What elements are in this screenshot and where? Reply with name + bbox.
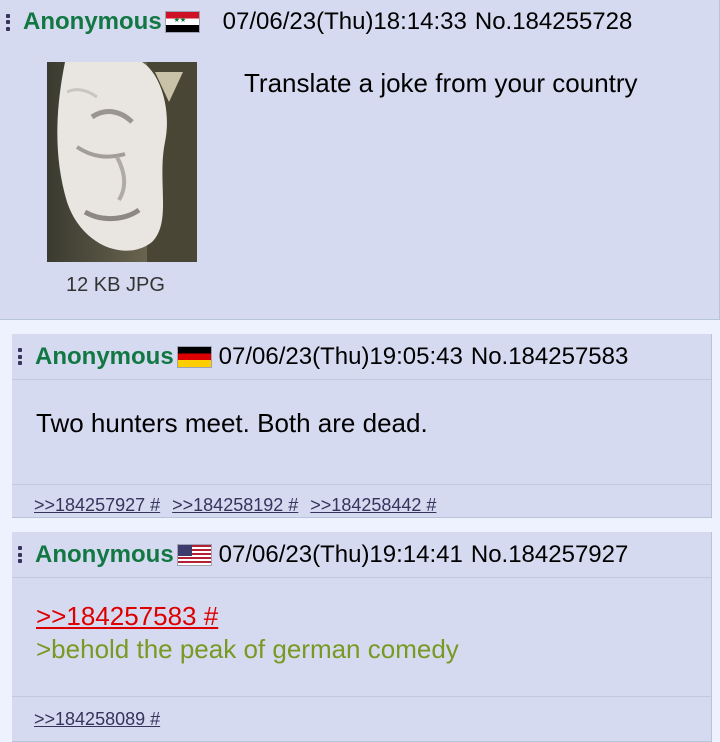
post-header: Anonymous 07/06/23(Thu)18:14:33 No.18425…: [0, 0, 719, 44]
syria-flag-icon: [165, 12, 199, 32]
post-reply: Anonymous 07/06/23(Thu)19:14:41 No.18425…: [12, 532, 712, 742]
backlinks: >>184258089 #: [12, 696, 711, 741]
post-thumbnail[interactable]: [47, 62, 197, 262]
backlink[interactable]: >>184257927 #: [34, 495, 160, 516]
post-number[interactable]: No.184257927: [471, 541, 628, 569]
post-reply: Anonymous 07/06/23(Thu)19:05:43 No.18425…: [12, 334, 712, 518]
post-number[interactable]: No.184257583: [471, 343, 628, 371]
image-file-info: 12 KB JPG: [66, 274, 165, 296]
backlink[interactable]: >>184258089 #: [34, 709, 160, 730]
post-menu-icon[interactable]: [18, 348, 24, 365]
poster-name: Anonymous: [35, 342, 174, 370]
post-op: Anonymous 07/06/23(Thu)18:14:33 No.18425…: [0, 0, 720, 320]
usa-flag-icon: [177, 544, 211, 565]
germany-flag-icon: [177, 346, 211, 367]
post-message: Translate a joke from your country: [244, 68, 638, 98]
poster-name: Anonymous: [23, 8, 162, 35]
post-datetime: 07/06/23(Thu)19:05:43: [218, 342, 463, 370]
post-message: Two hunters meet. Both are dead.: [36, 408, 428, 438]
backlinks: >>184257927 # >>184258192 # >>184258442 …: [12, 484, 711, 525]
backlink[interactable]: >>184258442 #: [310, 495, 436, 516]
quote-link[interactable]: >>184257583 #: [36, 600, 711, 633]
greentext-line: >behold the peak of german comedy: [36, 634, 459, 664]
poster-name: Anonymous: [35, 540, 174, 568]
post-datetime: 07/06/23(Thu)19:14:41: [218, 540, 463, 568]
post-datetime: 07/06/23(Thu)18:14:33: [222, 8, 467, 35]
post-header: Anonymous 07/06/23(Thu)19:05:43 No.18425…: [12, 334, 711, 380]
post-header: Anonymous 07/06/23(Thu)19:14:41 No.18425…: [12, 532, 711, 578]
backlink[interactable]: >>184258192 #: [172, 495, 298, 516]
post-menu-icon[interactable]: [18, 546, 24, 563]
post-menu-icon[interactable]: [6, 13, 12, 31]
post-message: >>184257583 # >behold the peak of german…: [12, 578, 711, 696]
post-number[interactable]: No.184255728: [475, 8, 632, 36]
